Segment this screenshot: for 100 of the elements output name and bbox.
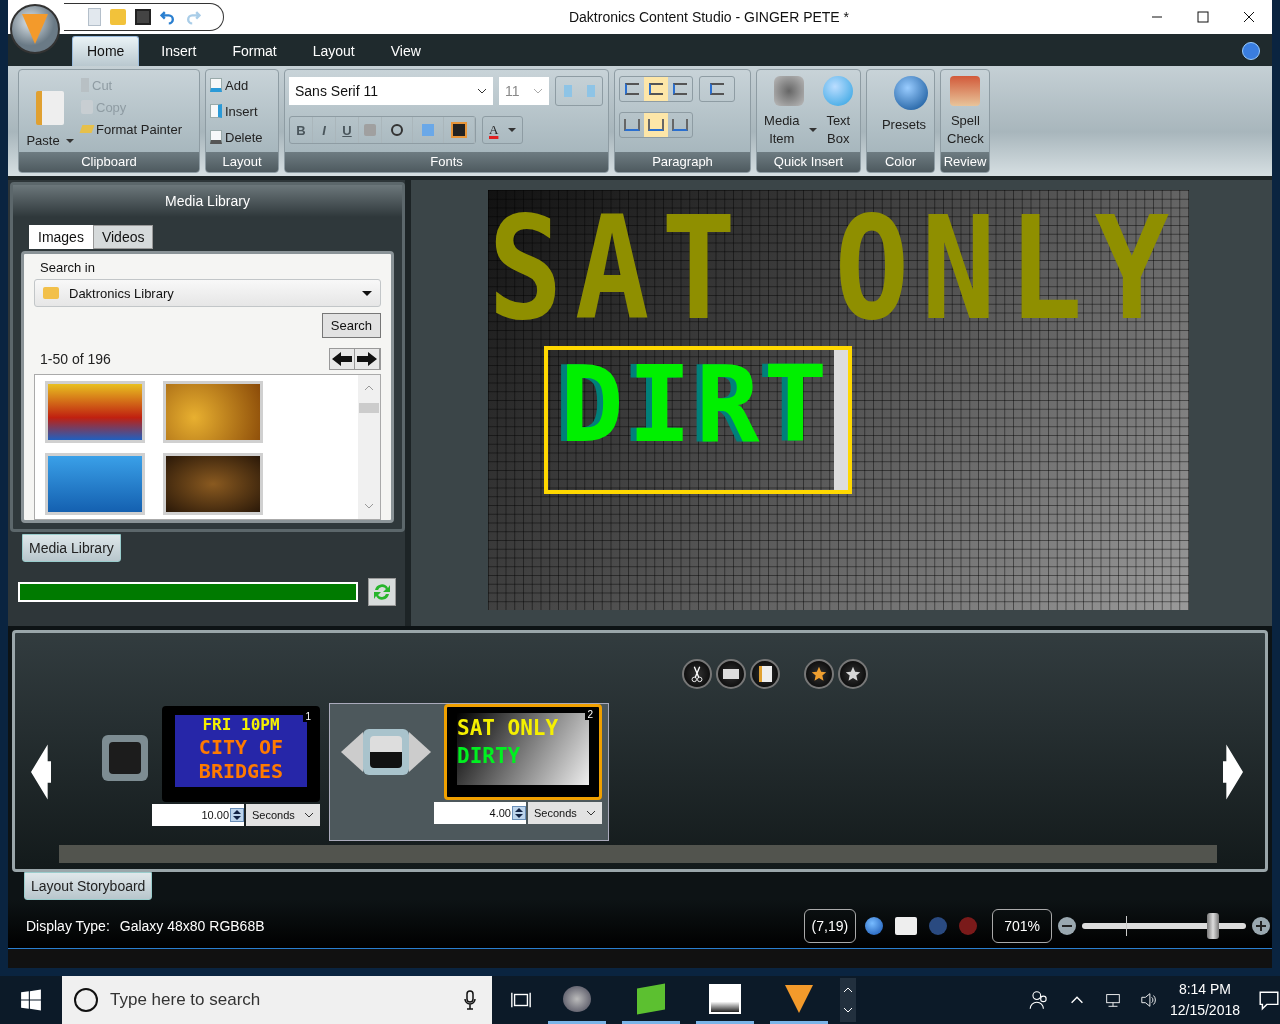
align-icon[interactable] bbox=[644, 77, 668, 101]
page-icon bbox=[210, 78, 222, 92]
slide-text: DIRTY bbox=[457, 743, 521, 769]
result-count: 1-50 of 196 bbox=[39, 351, 111, 367]
ribbon-button[interactable]: Delete bbox=[210, 126, 274, 148]
unit-dropdown[interactable]: Seconds bbox=[528, 802, 602, 824]
group-label: Paragraph bbox=[615, 152, 750, 172]
storyboard-slot[interactable]: SAT ONLY DIRTY 2 4.00 Seconds bbox=[329, 703, 609, 841]
format-button[interactable]: U bbox=[336, 117, 359, 143]
next-page-icon[interactable] bbox=[355, 349, 380, 369]
ribbon-button[interactable]: Text Box bbox=[818, 74, 858, 148]
unit-dropdown[interactable]: Seconds bbox=[246, 804, 320, 826]
undo-icon[interactable] bbox=[160, 9, 176, 25]
format-button[interactable]: I bbox=[313, 117, 336, 143]
microphone-icon[interactable] bbox=[464, 990, 476, 1010]
page-icon bbox=[210, 104, 222, 118]
ribbon-button[interactable]: Insert bbox=[210, 100, 274, 122]
storyboard-slot[interactable]: FRI 10PM CITY OF BRIDGES 1 10.00 Seconds bbox=[95, 703, 323, 829]
media-thumbnail[interactable] bbox=[163, 453, 263, 515]
zoom-out-icon[interactable] bbox=[1058, 917, 1076, 935]
network-icon[interactable] bbox=[1103, 991, 1122, 1009]
clock-time[interactable]: 8:14 PM bbox=[1178, 979, 1232, 1000]
zoom-readout: 701% bbox=[992, 909, 1052, 943]
ribbon-button[interactable]: Media Item bbox=[759, 74, 819, 148]
led-text[interactable]: SAT ONLY bbox=[488, 194, 1189, 344]
spinner-icon[interactable] bbox=[230, 808, 244, 822]
duration-field[interactable]: 10.00 bbox=[152, 804, 244, 826]
selected-text-box[interactable]: DIRT bbox=[544, 346, 852, 494]
caret-icon bbox=[508, 128, 517, 132]
scrollbar[interactable] bbox=[358, 375, 380, 519]
ribbon-tab[interactable]: View bbox=[376, 37, 435, 66]
panel-title: Media Library bbox=[13, 185, 402, 217]
ribbon-tab[interactable]: Format bbox=[218, 37, 291, 66]
media-library-tab[interactable]: Media Library bbox=[22, 534, 121, 562]
scroll-thumb[interactable] bbox=[359, 403, 379, 413]
chevron-icon bbox=[586, 810, 596, 816]
chevron-icon bbox=[304, 812, 314, 818]
font-size-dropdown[interactable]: 11 bbox=[499, 77, 549, 105]
caret-icon bbox=[65, 138, 74, 143]
taskbar-search-field[interactable]: Type here to search bbox=[62, 976, 492, 1024]
ribbon-button[interactable]: Add bbox=[210, 74, 274, 96]
media-thumbnail[interactable] bbox=[45, 453, 145, 515]
spinner-icon[interactable] bbox=[512, 806, 526, 820]
ribbon-tab[interactable]: Insert bbox=[147, 37, 211, 66]
ribbon-button[interactable]: Format Painter bbox=[81, 118, 182, 140]
group-label: Color bbox=[867, 152, 934, 172]
paste-button[interactable]: Paste bbox=[23, 74, 77, 148]
clipboard-icon bbox=[36, 91, 64, 125]
send-to-display-icon[interactable] bbox=[895, 917, 918, 935]
coordinates-readout: (7,19) bbox=[803, 909, 857, 943]
vertical-align-icon[interactable] bbox=[644, 113, 668, 137]
ribbon-tab[interactable]: Layout bbox=[298, 37, 369, 66]
display-type-label: Display Type: bbox=[26, 918, 110, 934]
font-dropdown[interactable]: Sans Serif 11 bbox=[289, 77, 493, 105]
page-icon bbox=[210, 130, 222, 144]
list-icon[interactable] bbox=[699, 76, 735, 102]
previous-page-icon[interactable] bbox=[330, 349, 355, 369]
slide-text: FRI 10PM bbox=[202, 715, 280, 735]
group-label: Layout bbox=[206, 152, 278, 172]
slide-thumbnail[interactable]: SAT ONLY DIRTY 2 bbox=[444, 704, 602, 800]
chevron-icon bbox=[533, 88, 543, 94]
group-label: Clipboard bbox=[19, 152, 199, 172]
chevron-icon bbox=[477, 88, 487, 94]
duration-field[interactable]: 4.00 bbox=[434, 802, 526, 824]
format-button[interactable]: B bbox=[290, 117, 313, 143]
media-thumbnail[interactable] bbox=[45, 381, 145, 443]
start-icon[interactable] bbox=[20, 989, 42, 1011]
media-tab[interactable]: Images bbox=[29, 225, 93, 249]
zoom-slider[interactable] bbox=[1082, 913, 1246, 939]
paste-icon[interactable] bbox=[750, 659, 780, 689]
slide-text: CITY OF bbox=[198, 735, 284, 759]
search-button[interactable]: Search bbox=[321, 313, 381, 338]
media-tab[interactable]: Videos bbox=[92, 225, 154, 249]
led-display-canvas[interactable]: SAT ONLY DIRT bbox=[488, 190, 1189, 610]
location-dropdown[interactable]: Daktronics Library bbox=[34, 279, 381, 307]
taskbar-scroll-icon[interactable] bbox=[840, 978, 856, 1022]
people-icon[interactable] bbox=[1027, 989, 1050, 1011]
display-type-value: Galaxy 48x80 RGB68B bbox=[119, 918, 265, 934]
font-color-button[interactable]: A bbox=[482, 116, 524, 144]
notification-icon[interactable] bbox=[1258, 989, 1280, 1011]
slide-number: 2 bbox=[585, 709, 595, 720]
copy-icon[interactable] bbox=[716, 659, 746, 689]
spell-check-button[interactable]: Spell Check bbox=[945, 74, 986, 148]
media-thumbnail[interactable] bbox=[163, 381, 263, 443]
slide-number: 1 bbox=[303, 711, 313, 722]
caret-icon bbox=[808, 128, 817, 132]
slide-text: SAT ONLY bbox=[457, 715, 559, 741]
speaker-icon[interactable] bbox=[1139, 991, 1158, 1009]
zoom-in-icon[interactable] bbox=[1252, 917, 1270, 935]
scrollbar[interactable] bbox=[59, 845, 1217, 863]
group-label: Fonts bbox=[285, 152, 608, 172]
ribbon-tab[interactable]: Home bbox=[72, 36, 140, 66]
layout-storyboard-tab[interactable]: Layout Storyboard bbox=[24, 872, 153, 900]
tool-icon bbox=[79, 125, 95, 133]
help-icon[interactable] bbox=[1242, 42, 1260, 60]
scissors-icon[interactable] bbox=[682, 659, 712, 689]
slide-thumbnail[interactable]: FRI 10PM CITY OF BRIDGES 1 bbox=[162, 706, 320, 802]
play-icon[interactable] bbox=[865, 917, 884, 935]
clock-date[interactable]: 12/15/2018 bbox=[1169, 1000, 1240, 1021]
window-title: Daktronics Content Studio - GINGER PETE * bbox=[567, 9, 851, 25]
